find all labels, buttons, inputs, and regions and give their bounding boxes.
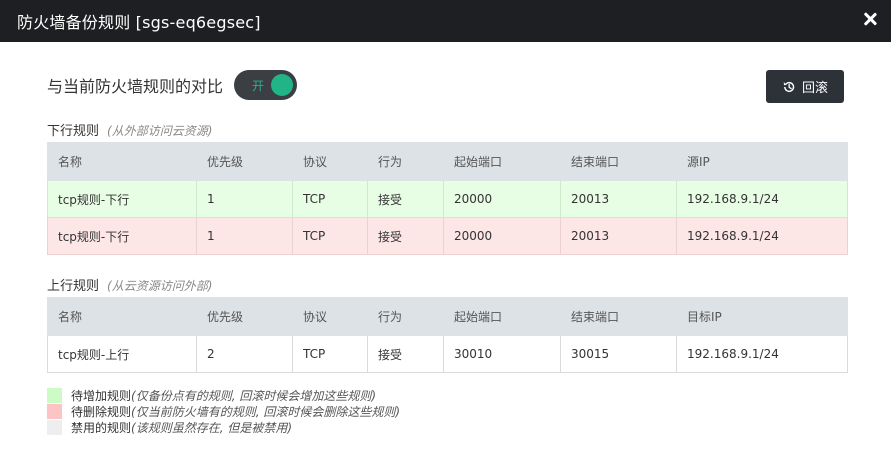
uplink-title: 上行规则	[47, 279, 100, 294]
col-name: 名称	[47, 142, 197, 181]
toggle-knob	[271, 74, 294, 96]
col-end-port: 结束端口	[560, 142, 677, 181]
col-target-ip: 目标IP	[676, 297, 848, 336]
rollback-label: 回滚	[801, 81, 828, 96]
table-row: tcp规则-上行 2 TCP 接受 30010 30015 192.168.9.…	[47, 335, 848, 373]
legend-label: 禁用的规则	[71, 420, 132, 435]
uplink-section-title: 上行规则 (从云资源访问外部)	[47, 275, 212, 294]
cell-action: 接受	[367, 217, 444, 255]
cell-priority: 1	[196, 180, 293, 218]
cell-name: tcp规则-上行	[47, 335, 197, 373]
col-priority: 优先级	[196, 297, 293, 336]
cell-ip: 192.168.9.1/24	[676, 180, 848, 218]
col-start-port: 起始端口	[443, 142, 561, 181]
downlink-hint: (从外部访问云资源)	[107, 124, 213, 138]
legend-swatch-add	[47, 387, 62, 403]
downlink-header-row: 名称 优先级 协议 行为 起始端口 结束端口 源IP	[47, 142, 848, 181]
compare-label: 与当前防火墙规则的对比	[47, 77, 224, 96]
col-action: 行为	[367, 142, 444, 181]
col-action: 行为	[367, 297, 444, 336]
legend-swatch-disabled	[47, 419, 62, 435]
cell-protocol: TCP	[292, 217, 368, 255]
col-start-port: 起始端口	[443, 297, 561, 336]
rollback-button[interactable]: 回滚	[766, 70, 844, 103]
compare-toggle[interactable]: 开	[234, 70, 298, 100]
downlink-section-title: 下行规则 (从外部访问云资源)	[47, 120, 212, 139]
cell-action: 接受	[367, 335, 444, 373]
col-name: 名称	[47, 297, 197, 336]
cell-end-port: 20013	[560, 180, 677, 218]
legend-item-delete: 待删除规则 (仅当前防火墙有的规则, 回滚时候会删除这些规则)	[47, 403, 400, 419]
cell-ip: 192.168.9.1/24	[676, 335, 848, 373]
legend-note: (仅备份点有的规则, 回滚时候会增加这些规则)	[131, 388, 377, 403]
history-icon	[783, 81, 795, 92]
dialog-titlebar: 防火墙备份规则 [sgs-eq6egsec]	[0, 0, 891, 42]
cell-end-port: 30015	[560, 335, 677, 373]
table-row: tcp规则-下行 1 TCP 接受 20000 20013 192.168.9.…	[47, 217, 848, 255]
cell-priority: 1	[196, 217, 293, 255]
legend-label: 待删除规则	[71, 404, 132, 419]
legend-note: (该规则虽然存在, 但是被禁用)	[131, 420, 293, 435]
legend-label: 待增加规则	[71, 388, 132, 403]
cell-start-port: 30010	[443, 335, 561, 373]
cell-priority: 2	[196, 335, 293, 373]
table-row: tcp规则-下行 1 TCP 接受 20000 20013 192.168.9.…	[47, 180, 848, 218]
cell-start-port: 20000	[443, 180, 561, 218]
col-protocol: 协议	[292, 297, 368, 336]
downlink-title: 下行规则	[47, 124, 100, 139]
cell-protocol: TCP	[292, 180, 368, 218]
legend-item-disabled: 禁用的规则 (该规则虽然存在, 但是被禁用)	[47, 419, 292, 435]
toggle-text: 开	[252, 79, 265, 93]
cell-ip: 192.168.9.1/24	[676, 217, 848, 255]
cell-name: tcp规则-下行	[47, 180, 197, 218]
uplink-hint: (从云资源访问外部)	[107, 279, 213, 293]
legend-swatch-delete	[47, 403, 62, 419]
uplink-table: 名称 优先级 协议 行为 起始端口 结束端口 目标IP tcp规则-上行 2 T…	[47, 297, 848, 373]
cell-end-port: 20013	[560, 217, 677, 255]
col-protocol: 协议	[292, 142, 368, 181]
col-source-ip: 源IP	[676, 142, 848, 181]
legend-note: (仅当前防火墙有的规则, 回滚时候会删除这些规则)	[131, 404, 401, 419]
cell-name: tcp规则-下行	[47, 217, 197, 255]
close-icon[interactable]	[859, 9, 881, 31]
col-priority: 优先级	[196, 142, 293, 181]
dialog-title: 防火墙备份规则 [sgs-eq6egsec]	[17, 13, 261, 32]
cell-start-port: 20000	[443, 217, 561, 255]
cell-protocol: TCP	[292, 335, 368, 373]
downlink-table: 名称 优先级 协议 行为 起始端口 结束端口 源IP tcp规则-下行 1 TC…	[47, 142, 848, 255]
legend-item-add: 待增加规则 (仅备份点有的规则, 回滚时候会增加这些规则)	[47, 387, 376, 403]
uplink-header-row: 名称 优先级 协议 行为 起始端口 结束端口 目标IP	[47, 297, 848, 336]
cell-action: 接受	[367, 180, 444, 218]
compare-row: 与当前防火墙规则的对比 开	[47, 70, 298, 100]
col-end-port: 结束端口	[560, 297, 677, 336]
